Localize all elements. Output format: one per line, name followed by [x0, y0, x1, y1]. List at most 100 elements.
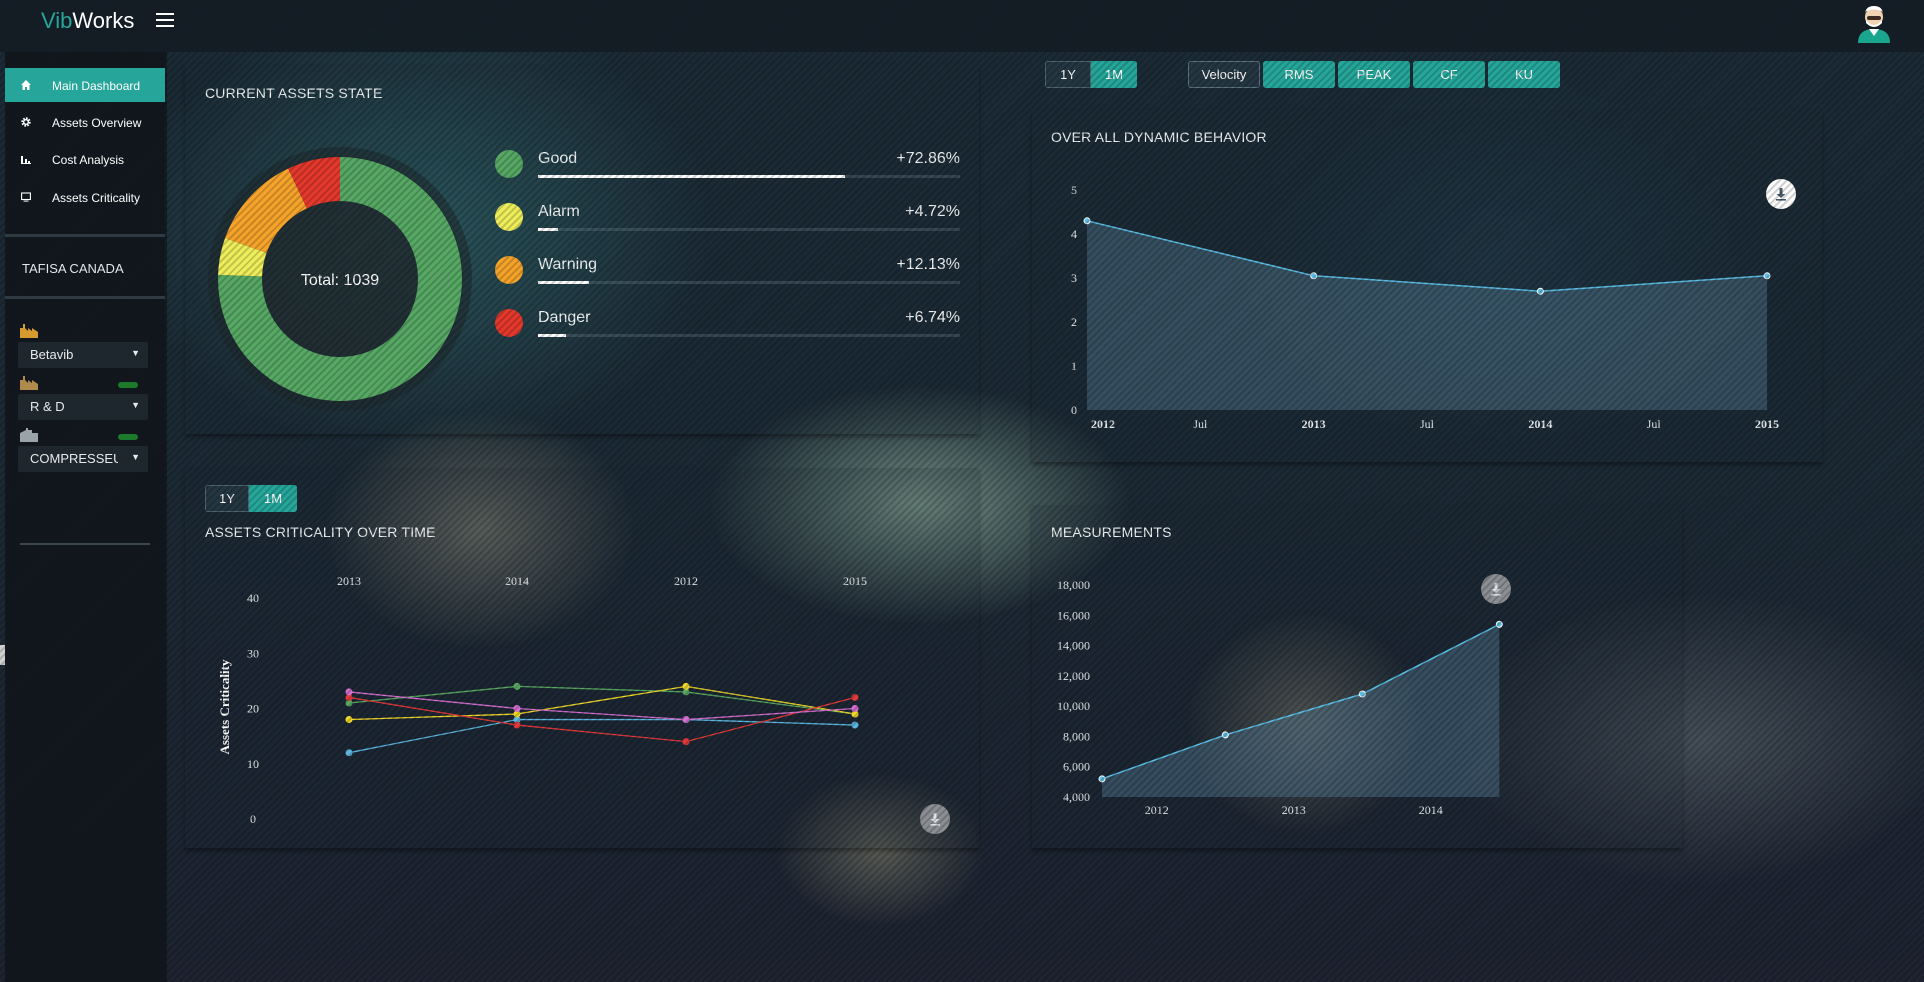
data-point[interactable] [1083, 217, 1091, 225]
data-point[interactable] [1763, 272, 1771, 280]
online-status-icon [118, 382, 138, 388]
data-point[interactable] [513, 682, 521, 690]
legend-warning-name: Warning [538, 256, 597, 273]
data-point[interactable] [1358, 690, 1366, 698]
y-tick-label: 2 [1071, 315, 1077, 329]
y-tick-label: 3 [1071, 271, 1077, 285]
sidebar-item-assets-overview[interactable]: Assets Overview [5, 105, 165, 139]
sidebar-item-assets-criticality[interactable]: Assets Criticality [5, 180, 165, 214]
logo-part1: Vib [41, 8, 73, 33]
legend-danger-pct: +6.74% [905, 309, 960, 326]
area-fill [1102, 624, 1500, 797]
divider [5, 234, 165, 237]
metric-velocity-button[interactable]: Velocity [1188, 61, 1260, 88]
warning-progress-bar [538, 281, 590, 284]
sidebar-item-main-dashboard[interactable]: Main Dashboard [5, 68, 165, 102]
y-tick-label: 6,000 [1063, 760, 1090, 774]
menu-icon[interactable] [156, 13, 174, 29]
data-point[interactable] [1310, 272, 1318, 280]
area-fill [1087, 220, 1767, 410]
data-point[interactable] [682, 738, 690, 746]
data-point[interactable] [345, 749, 353, 757]
site-name: TAFISA CANADA [22, 261, 124, 276]
asset-select[interactable]: COMPRESSEUR ▼ [18, 446, 148, 472]
metric-peak-button[interactable]: PEAK [1338, 61, 1410, 88]
legend-good-pct: +72.86% [896, 150, 960, 167]
building-icon [20, 428, 38, 442]
data-point[interactable] [1221, 731, 1229, 739]
metric-rms-button[interactable]: RMS [1263, 61, 1335, 88]
y-tick-label: 10 [247, 757, 259, 771]
alarm-status-dot [495, 203, 523, 231]
sidebar-item-cost-analysis[interactable]: Cost Analysis [5, 142, 165, 176]
y-tick-label: 18,000 [1057, 578, 1090, 592]
data-point[interactable] [345, 716, 353, 724]
sidebar-item-label: Assets Overview [52, 116, 142, 130]
x-tick-label: 2014 [1528, 417, 1552, 431]
series-line [348, 718, 856, 754]
y-tick-label: 40 [247, 591, 259, 605]
x-tick-label: 2012 [1091, 417, 1115, 431]
factory-icon [20, 324, 38, 338]
period-1m-button[interactable]: 1M [1091, 61, 1137, 88]
measurements-chart: 4,000 6,000 8,000 10,000 12,000 14,000 16,000 1… [1057, 574, 1511, 817]
data-point[interactable] [1098, 775, 1106, 783]
y-tick-label: 30 [247, 646, 259, 660]
sidebar: Main Dashboard Assets Overview Cost Anal… [5, 52, 165, 982]
data-point[interactable] [345, 688, 353, 696]
y-tick-label: 4 [1071, 227, 1077, 241]
data-point[interactable] [682, 716, 690, 724]
y-tick-label: 8,000 [1063, 729, 1090, 743]
download-icon-stem [1779, 188, 1783, 194]
download-icon-stem [933, 813, 937, 819]
assets-state-title: CURRENT ASSETS STATE [205, 85, 383, 101]
alarm-progress-bar [538, 228, 558, 231]
logo-part2: Works [72, 8, 135, 33]
period-toggle-bottom: 1Y 1M [205, 485, 297, 512]
danger-status-dot [495, 309, 523, 337]
download-button[interactable] [1481, 574, 1511, 604]
period-1m-button[interactable]: 1M [249, 485, 297, 512]
metric-cf-button[interactable]: CF [1413, 61, 1485, 88]
x-tick-label: 2014 [1419, 803, 1443, 817]
donut-total-label: Total: 1039 [301, 272, 379, 289]
data-point[interactable] [1495, 620, 1503, 628]
danger-progress-bar [538, 334, 567, 337]
data-point[interactable] [513, 721, 521, 729]
data-point[interactable] [1536, 287, 1544, 295]
y-tick-label: 5 [1071, 183, 1077, 197]
x-tick-label: 2015 [1755, 417, 1779, 431]
data-point[interactable] [851, 693, 859, 701]
data-point[interactable] [513, 705, 521, 712]
good-status-dot [495, 150, 523, 178]
home-icon [21, 80, 31, 90]
app-logo[interactable]: VibWorks [41, 8, 134, 34]
chevron-down-icon: ▼ [131, 452, 140, 462]
period-1y-button[interactable]: 1Y [205, 485, 249, 512]
department-select[interactable]: R & D ▼ [18, 394, 148, 420]
chevron-down-icon: ▼ [131, 400, 140, 410]
y-tick-label: 1 [1071, 359, 1077, 373]
period-toggle-top: 1Y 1M [1045, 61, 1137, 88]
y-tick-label: 0 [1071, 403, 1077, 417]
plant-select[interactable]: Betavib ▼ [18, 342, 148, 368]
plant-select-value: Betavib [30, 347, 74, 362]
download-icon-base [1491, 594, 1501, 596]
download-button[interactable] [1766, 179, 1796, 209]
user-avatar-icon[interactable] [1856, 3, 1892, 43]
x-tick-label: 2012 [1145, 803, 1169, 817]
data-point[interactable] [682, 682, 690, 690]
warning-status-dot [495, 256, 523, 284]
x-tick-label: 2013 [1302, 417, 1326, 431]
legend-alarm-name: Alarm [538, 203, 580, 220]
y-tick-label: 10,000 [1057, 699, 1090, 713]
y-tick-label: 20 [247, 702, 259, 716]
data-point[interactable] [851, 721, 859, 729]
online-status-icon [118, 434, 138, 440]
department-select-value: R & D [30, 399, 65, 414]
data-point[interactable] [851, 705, 859, 712]
download-button[interactable] [920, 804, 950, 834]
period-1y-button[interactable]: 1Y [1045, 61, 1091, 88]
legend-warning-pct: +12.13% [896, 256, 960, 273]
metric-ku-button[interactable]: KU [1488, 61, 1560, 88]
